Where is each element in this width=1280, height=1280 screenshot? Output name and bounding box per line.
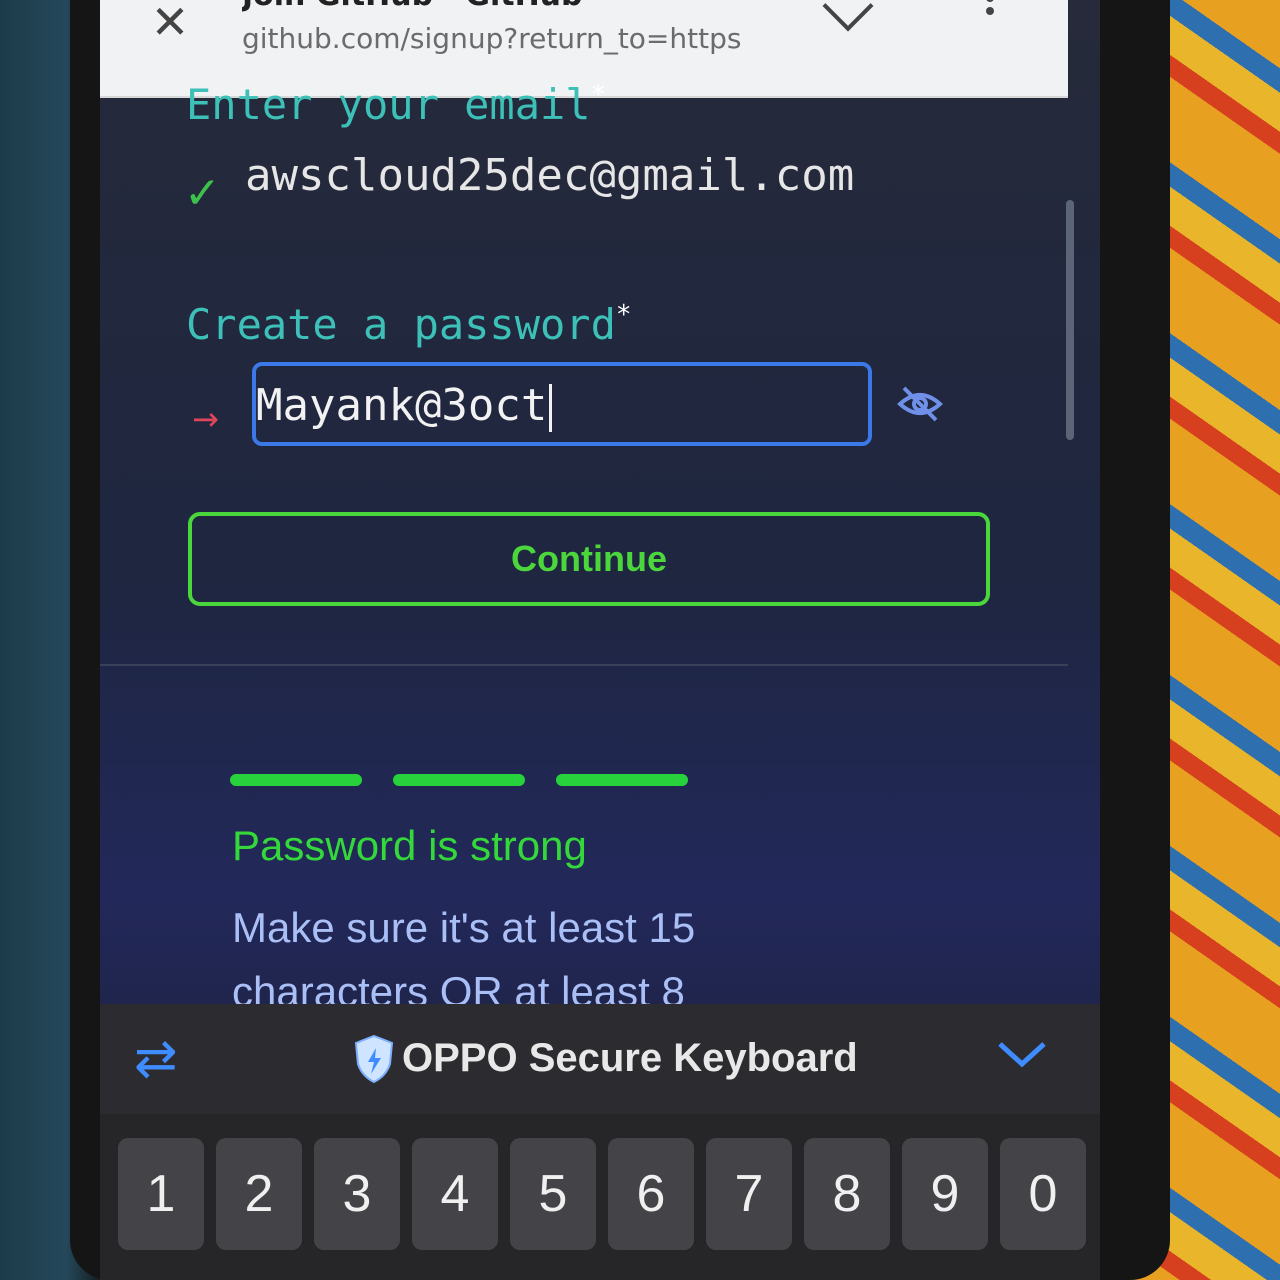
- url-text[interactable]: github.com/signup?return_to=https: [242, 22, 772, 55]
- strength-meter-segment: [230, 774, 362, 786]
- divider: [100, 664, 1068, 666]
- chevron-down-icon[interactable]: [996, 1034, 1048, 1074]
- scrollbar[interactable]: [1066, 200, 1074, 440]
- key-2[interactable]: 2: [216, 1138, 302, 1250]
- switch-keyboard-icon[interactable]: ⇄: [134, 1033, 194, 1085]
- email-label-text: Enter your email: [186, 80, 591, 129]
- password-input[interactable]: Mayank@3oct: [252, 362, 872, 446]
- password-strength-status: Password is strong: [232, 822, 587, 869]
- key-4[interactable]: 4: [412, 1138, 498, 1250]
- keyboard-toolbar: ⇄ OPPO Secure Keyboard: [100, 1004, 1100, 1114]
- email-label: Enter your email*: [186, 80, 606, 129]
- page-title: Join GitHub · GitHub: [242, 0, 782, 13]
- required-mark: *: [615, 300, 632, 330]
- download-icon[interactable]: [822, 0, 874, 32]
- key-8[interactable]: 8: [804, 1138, 890, 1250]
- number-key-row: 1 2 3 4 5 6 7 8 9 0: [118, 1138, 1086, 1250]
- keyboard: ⇄ OPPO Secure Keyboard 1 2 3 4 5 6 7 8 9…: [100, 1004, 1100, 1280]
- continue-button[interactable]: Continue: [188, 512, 990, 606]
- arrow-right-icon: →: [192, 400, 219, 438]
- text-caret: [549, 384, 553, 432]
- strength-meter-segment: [393, 774, 525, 786]
- email-field[interactable]: awscloud25dec@gmail.com: [245, 150, 854, 201]
- check-icon: ✓: [184, 168, 221, 219]
- password-label: Create a password*: [186, 300, 632, 349]
- key-6[interactable]: 6: [608, 1138, 694, 1250]
- key-9[interactable]: 9: [902, 1138, 988, 1250]
- key-7[interactable]: 7: [706, 1138, 792, 1250]
- close-tab-button[interactable]: ✕: [148, 0, 192, 46]
- password-label-text: Create a password: [186, 300, 616, 349]
- strength-meter-segment: [556, 774, 688, 786]
- key-3[interactable]: 3: [314, 1138, 400, 1250]
- required-mark: *: [590, 80, 607, 110]
- phone-screen: ✕ Join GitHub · GitHub github.com/signup…: [100, 0, 1100, 1280]
- password-input-value: Mayank@3oct: [256, 380, 548, 431]
- key-5[interactable]: 5: [510, 1138, 596, 1250]
- key-0[interactable]: 0: [1000, 1138, 1086, 1250]
- keyboard-title: OPPO Secure Keyboard: [402, 1036, 858, 1080]
- shield-icon: [354, 1034, 394, 1084]
- eye-slash-icon[interactable]: [896, 384, 944, 424]
- menu-icon[interactable]: [986, 0, 994, 24]
- key-1[interactable]: 1: [118, 1138, 204, 1250]
